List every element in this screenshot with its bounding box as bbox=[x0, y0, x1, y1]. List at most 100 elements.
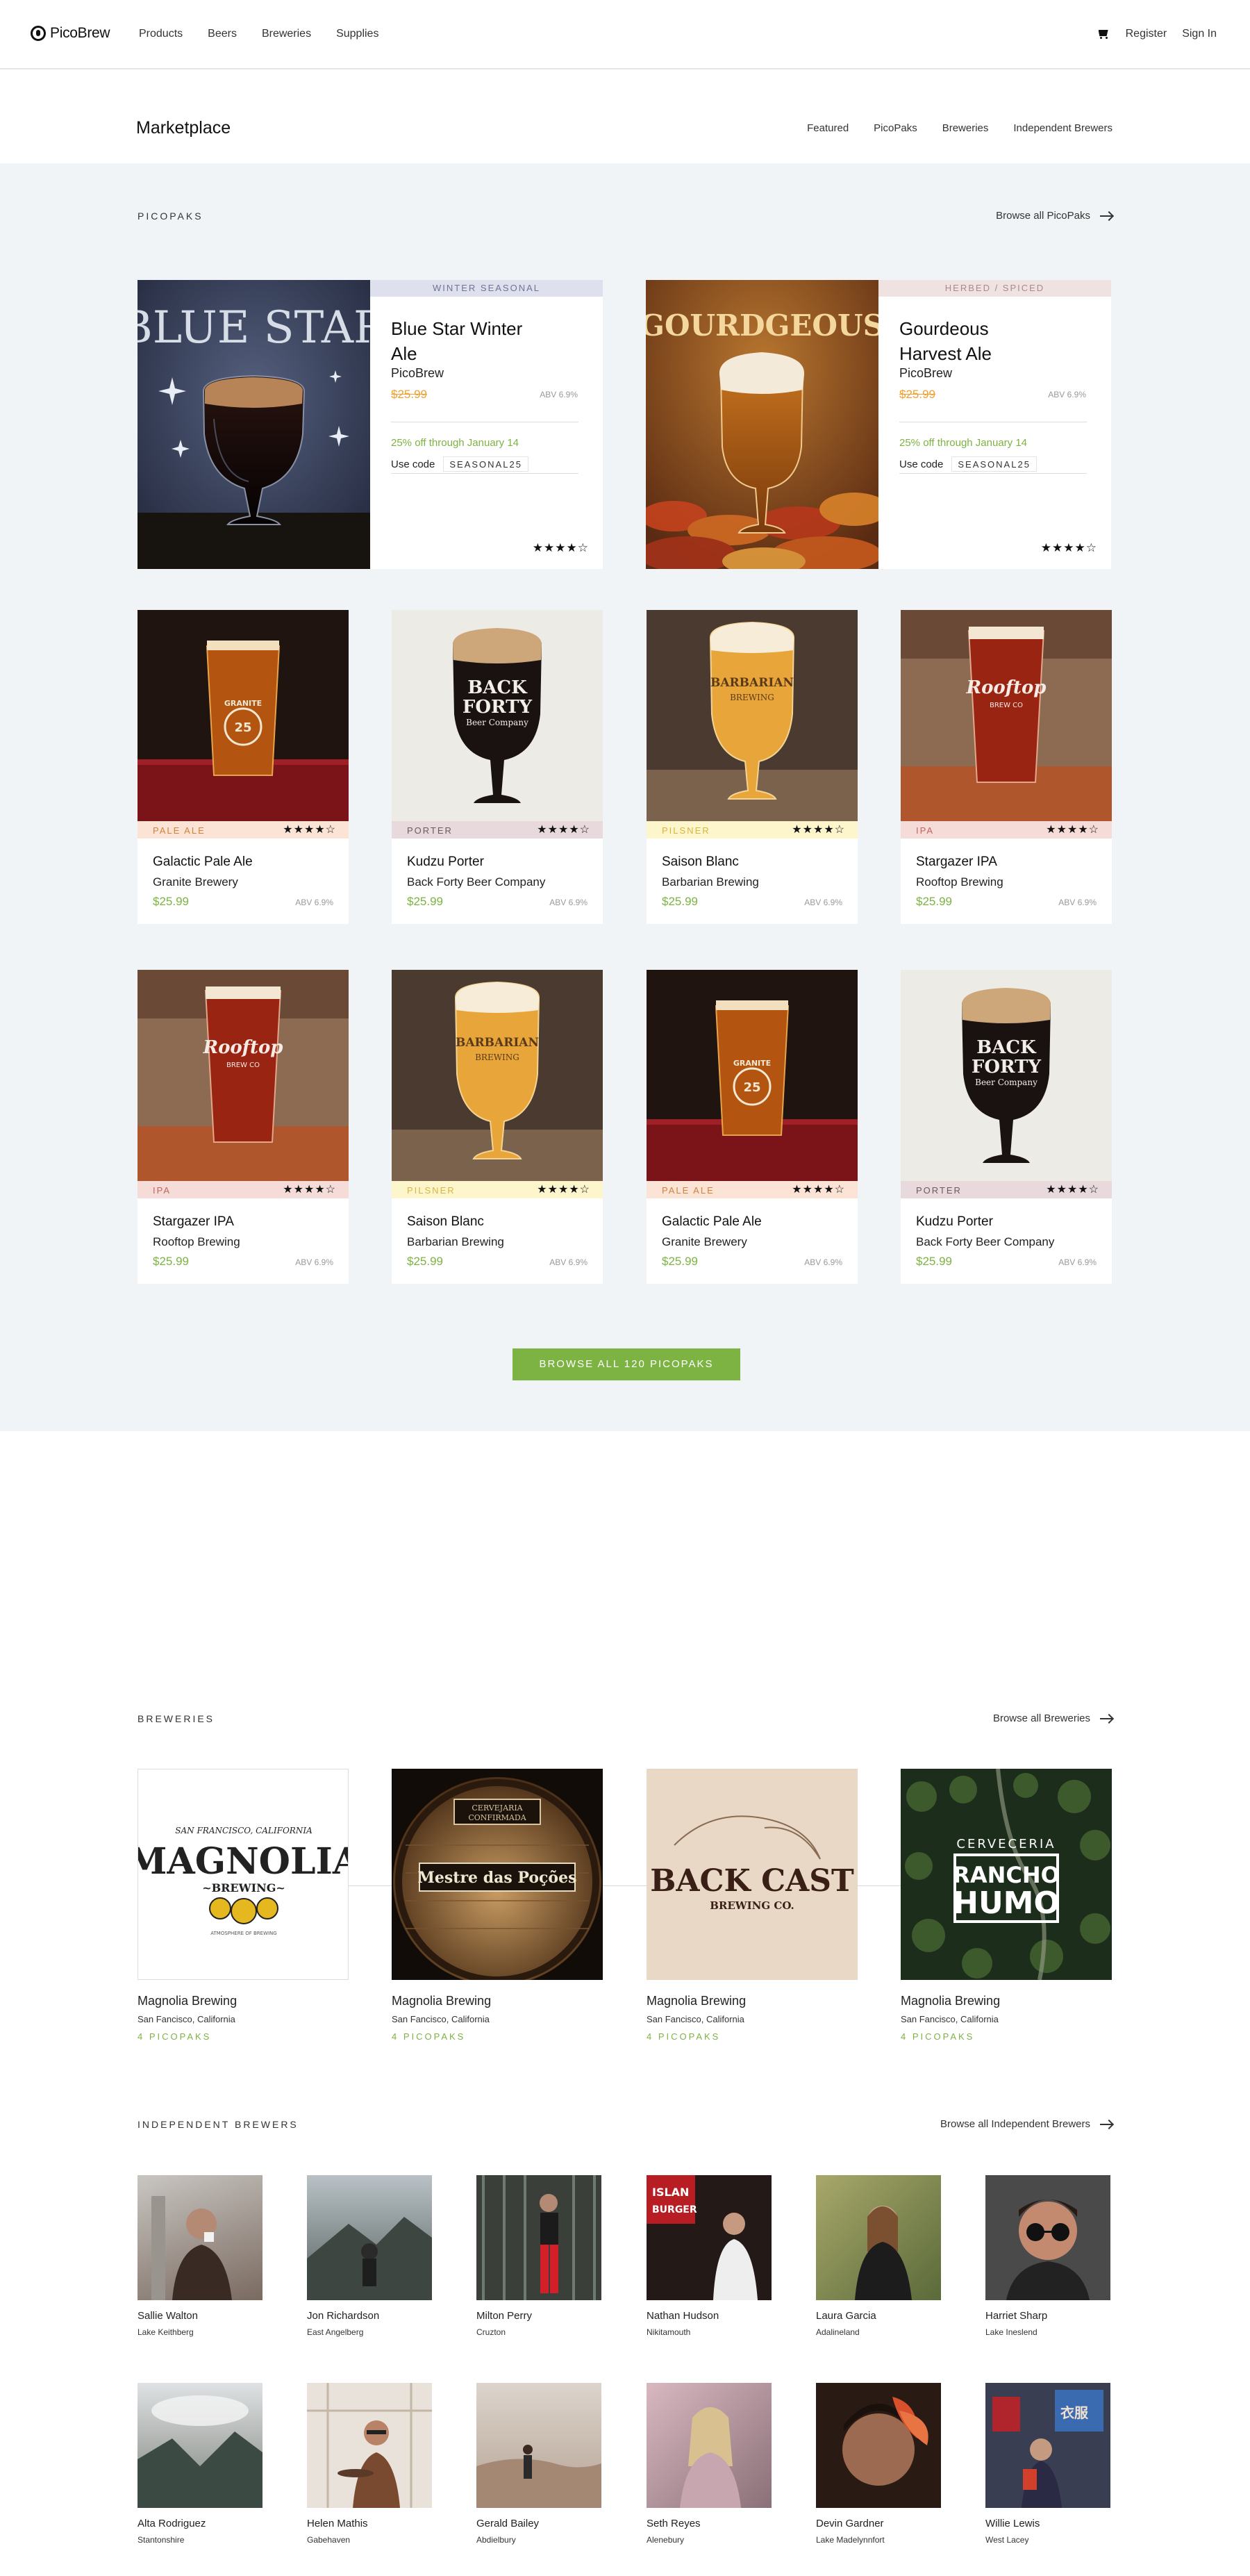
picopak-card[interactable]: BACK FORTY Beer Company PORTER ★★★★☆ Kud… bbox=[901, 970, 1112, 1284]
picopak-count: 4 PICOPAKS bbox=[392, 2031, 466, 2042]
svg-text:BREWING: BREWING bbox=[730, 693, 774, 702]
beer-name[interactable]: Galactic Pale Ale bbox=[153, 854, 253, 870]
nav-link-products[interactable]: Products bbox=[139, 28, 183, 40]
brewery-card[interactable]: BACK CAST BREWING CO. Magnolia Brewing S… bbox=[647, 1769, 858, 2042]
brewer-profile[interactable]: ISLAN BURGER Nathan Hudson Nikitamouth bbox=[647, 2175, 772, 2337]
brewer-avatar: ISLAN BURGER bbox=[647, 2175, 772, 2300]
picopak-card[interactable]: 25 GRANITE PALE ALE ★★★★☆ Galactic Pale … bbox=[138, 610, 349, 924]
brewer-profile[interactable]: Gerald Bailey Abdielbury bbox=[476, 2383, 601, 2545]
brewery-name: Granite Brewery bbox=[662, 1235, 747, 1248]
beer-photo: BARBARIAN BREWING bbox=[392, 970, 603, 1181]
independent-brewers-heading: INDEPENDENT BREWERS bbox=[138, 2119, 299, 2130]
brewery-name[interactable]: Magnolia Brewing bbox=[392, 1994, 603, 2008]
brewer-name[interactable]: Nathan Hudson bbox=[647, 2310, 772, 2322]
browse-all-breweries-link[interactable]: Browse all Breweries bbox=[993, 1712, 1112, 1724]
subnav-picopaks[interactable]: PicoPaks bbox=[874, 122, 917, 134]
svg-text:Rooftop: Rooftop bbox=[965, 677, 1046, 698]
svg-text:RANCHO: RANCHO bbox=[953, 1862, 1060, 1888]
beer-name[interactable]: Kudzu Porter bbox=[407, 854, 484, 870]
brewer-profile[interactable]: Seth Reyes Alenebury bbox=[647, 2383, 772, 2545]
browse-all-independent-brewers-link[interactable]: Browse all Independent Brewers bbox=[940, 2118, 1112, 2130]
blue-star-logo-text: BLUE STAR bbox=[138, 302, 370, 354]
picopak-card[interactable]: Rooftop BREW CO IPA ★★★★☆ Stargazer IPA … bbox=[901, 610, 1112, 924]
brewer-name[interactable]: Laura Garcia bbox=[816, 2310, 941, 2322]
picopak-card[interactable]: Rooftop BREW CO IPA ★★★★☆ Stargazer IPA … bbox=[138, 970, 349, 1284]
brewer-profile[interactable]: 衣服 Willie Lewis West Lacey bbox=[985, 2383, 1110, 2545]
brewer-name[interactable]: Alta Rodriguez bbox=[138, 2518, 262, 2529]
mestre-das-pocoes-logo: CERVEJARIA CONFIRMADA Mestre das Poções bbox=[392, 1769, 603, 1980]
picopak-card[interactable]: 25 GRANITE PALE ALE ★★★★☆ Galactic Pale … bbox=[647, 970, 858, 1284]
beer-name[interactable]: Stargazer IPA bbox=[153, 1214, 234, 1230]
brewer-profile[interactable]: Milton Perry Cruzton bbox=[476, 2175, 601, 2337]
promo-code[interactable]: SEASONAL25 bbox=[951, 456, 1037, 472]
brewer-profile[interactable]: Helen Mathis Gabehaven bbox=[307, 2383, 432, 2545]
brewer-location: Alenebury bbox=[647, 2535, 685, 2545]
svg-text:BARBARIAN: BARBARIAN bbox=[456, 1036, 539, 1050]
featured-picopak-card[interactable]: GOURDGEOUS HERBED / SPICED Gourdeous Har… bbox=[646, 280, 1111, 569]
price: $25.99 bbox=[916, 895, 952, 908]
price: $25.99 bbox=[916, 1255, 952, 1268]
brewer-name[interactable]: Seth Reyes bbox=[647, 2518, 772, 2529]
featured-picopak-card[interactable]: BLUE STAR WINTER SEASONAL Blue Star Wint… bbox=[138, 280, 603, 569]
price: $25.99 bbox=[153, 1255, 189, 1268]
logo-text: PicoBrew bbox=[50, 25, 110, 41]
brewery-card[interactable]: CERVECERIA RANCHO HUMO Magnolia Brewing … bbox=[901, 1769, 1112, 2042]
brewer-avatar bbox=[476, 2383, 601, 2508]
picobrew-logo-icon bbox=[31, 26, 46, 41]
register-link[interactable]: Register bbox=[1126, 28, 1167, 40]
brewery-name[interactable]: Magnolia Brewing bbox=[138, 1994, 349, 2008]
brewer-name[interactable]: Sallie Walton bbox=[138, 2310, 262, 2322]
brewery-name[interactable]: Magnolia Brewing bbox=[901, 1994, 1112, 2008]
cart-icon[interactable] bbox=[1097, 28, 1110, 40]
picopak-count: 4 PICOPAKS bbox=[138, 2031, 212, 2042]
brewer-name[interactable]: Milton Perry bbox=[476, 2310, 601, 2322]
beer-name[interactable]: Saison Blanc bbox=[407, 1214, 484, 1230]
divider bbox=[899, 473, 1087, 474]
nav-link-beers[interactable]: Beers bbox=[208, 28, 237, 40]
picopak-card[interactable]: BARBARIAN BREWING PILSNER ★★★★☆ Saison B… bbox=[647, 610, 858, 924]
picopak-card[interactable]: BACK FORTY Beer Company PORTER ★★★★☆ Kud… bbox=[392, 610, 603, 924]
picobrew-logo[interactable]: PicoBrew bbox=[31, 25, 110, 42]
browse-all-picopaks-link[interactable]: Browse all PicoPaks bbox=[996, 210, 1112, 222]
brewer-profile[interactable]: Sallie Walton Lake Keithberg bbox=[138, 2175, 262, 2337]
svg-text:衣服: 衣服 bbox=[1060, 2404, 1089, 2421]
picopak-card[interactable]: BARBARIAN BREWING PILSNER ★★★★☆ Saison B… bbox=[392, 970, 603, 1284]
featured-beer-name[interactable]: Blue Star Winter Ale bbox=[391, 316, 544, 366]
featured-beer-name[interactable]: Gourdeous Harvest Ale bbox=[899, 316, 1052, 366]
brewery-name[interactable]: Magnolia Brewing bbox=[647, 1994, 858, 2008]
brewery-location: San Fancisco, California bbox=[901, 2014, 999, 2024]
sign-in-link[interactable]: Sign In bbox=[1182, 28, 1217, 40]
brewer-name[interactable]: Harriet Sharp bbox=[985, 2310, 1110, 2322]
nav-link-supplies[interactable]: Supplies bbox=[336, 28, 378, 40]
brewer-name[interactable]: Helen Mathis bbox=[307, 2518, 432, 2529]
promo-code[interactable]: SEASONAL25 bbox=[443, 456, 528, 472]
brewer-name[interactable]: Devin Gardner bbox=[816, 2518, 941, 2529]
brewer-profile[interactable]: Laura Garcia Adalineland bbox=[816, 2175, 941, 2337]
gourdgeous-product-image: GOURDGEOUS bbox=[646, 280, 878, 569]
subnav-breweries[interactable]: Breweries bbox=[942, 122, 989, 134]
star-rating: ★★★★☆ bbox=[537, 824, 590, 836]
beer-name[interactable]: Galactic Pale Ale bbox=[662, 1214, 762, 1230]
brewer-name[interactable]: Jon Richardson bbox=[307, 2310, 432, 2322]
brewer-profile[interactable]: Devin Gardner Lake Madelynnfort bbox=[816, 2383, 941, 2545]
subnav-independent-brewers[interactable]: Independent Brewers bbox=[1013, 122, 1112, 134]
top-navigation: PicoBrew Products Beers Breweries Suppli… bbox=[0, 0, 1250, 69]
featured-original-price: $25.99 bbox=[391, 388, 427, 401]
beer-name[interactable]: Stargazer IPA bbox=[916, 854, 997, 870]
browse-all-picopaks-button[interactable]: BROWSE ALL 120 PICOPAKS bbox=[512, 1348, 740, 1380]
brewer-name[interactable]: Gerald Bailey bbox=[476, 2518, 601, 2529]
beer-name[interactable]: Saison Blanc bbox=[662, 854, 739, 870]
brewery-card[interactable]: CERVEJARIA CONFIRMADA Mestre das Poções … bbox=[392, 1769, 603, 2042]
brewery-card[interactable]: SAN FRANCISCO, CALIFORNIA MAGNOLIA ~BREW… bbox=[138, 1769, 349, 2042]
brewer-name[interactable]: Willie Lewis bbox=[985, 2518, 1110, 2529]
abv: ABV 6.9% bbox=[549, 1257, 588, 1267]
brewer-profile[interactable]: Harriet Sharp Lake Ineslend bbox=[985, 2175, 1110, 2337]
brewer-avatar bbox=[647, 2383, 772, 2508]
beer-name[interactable]: Kudzu Porter bbox=[916, 1214, 993, 1230]
svg-text:GRANITE: GRANITE bbox=[733, 1059, 771, 1068]
brewer-profile[interactable]: Alta Rodriguez Stantonshire bbox=[138, 2383, 262, 2545]
nav-link-breweries[interactable]: Breweries bbox=[262, 28, 311, 40]
tulip-glass-illustration: BARBARIAN BREWING bbox=[647, 610, 858, 821]
subnav-featured[interactable]: Featured bbox=[807, 122, 849, 134]
brewer-profile[interactable]: Jon Richardson East Angelberg bbox=[307, 2175, 432, 2337]
